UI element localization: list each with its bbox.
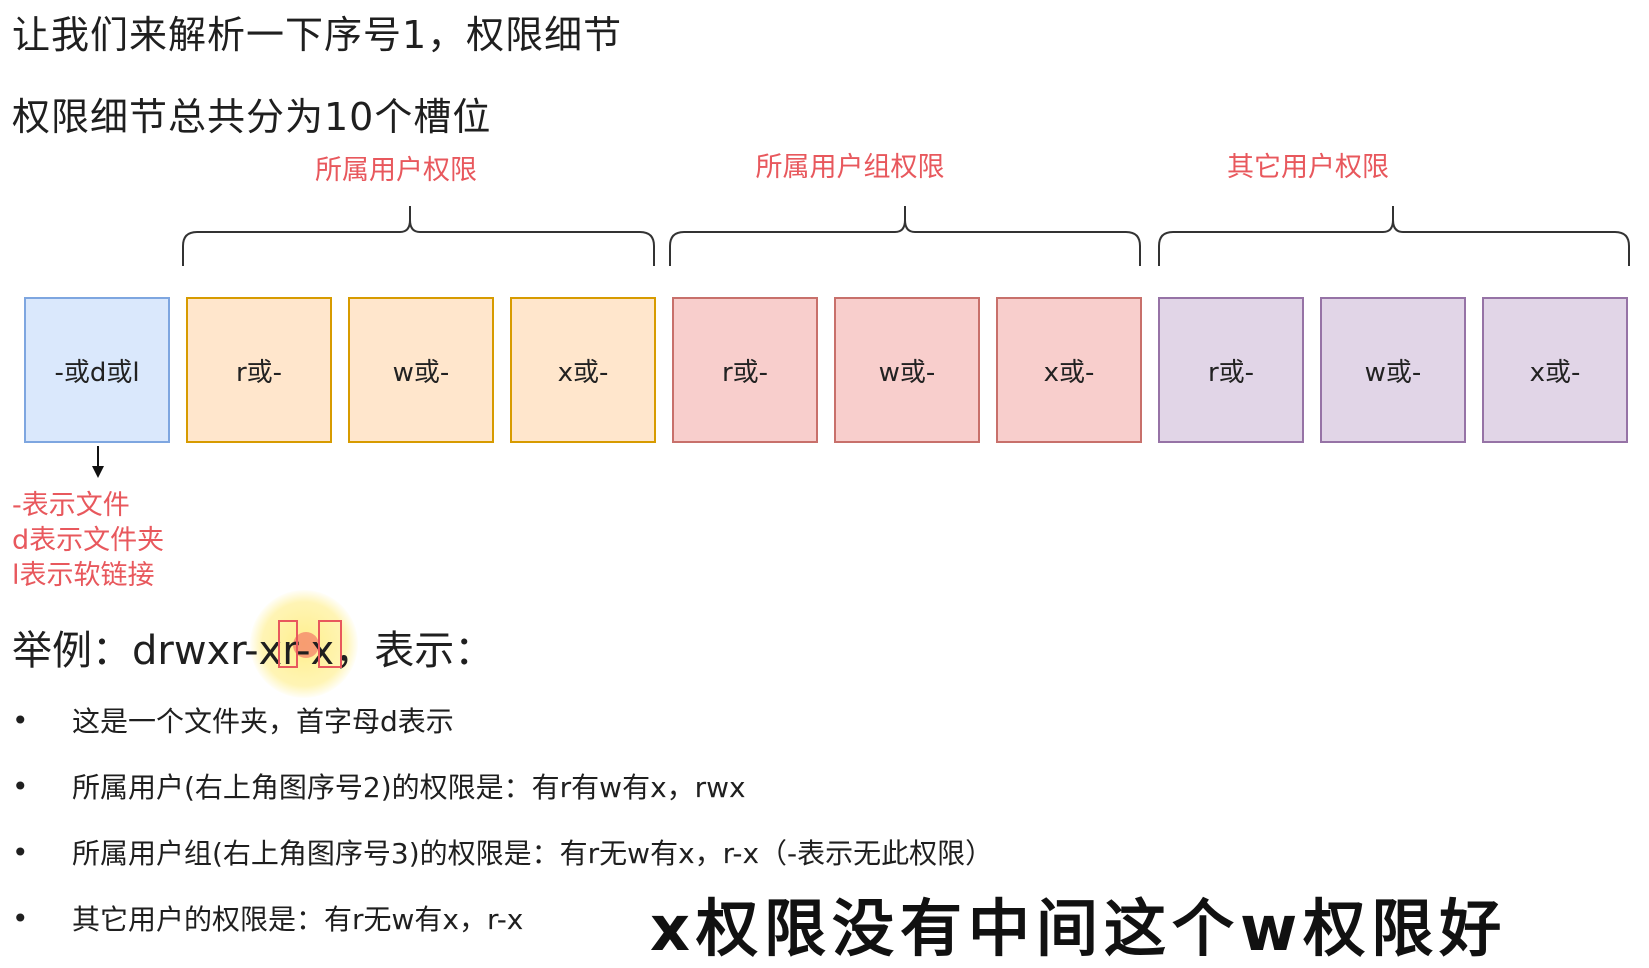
example-line: 举例：drwxr-xr-x，表示： xyxy=(12,590,495,698)
slot-1-type: -或d或l xyxy=(24,297,170,443)
brace-other xyxy=(1158,206,1630,266)
slot-6-group-write: w或- xyxy=(834,297,980,443)
brace-group xyxy=(669,206,1141,266)
example-prefix: 举例： xyxy=(12,628,132,674)
heading-slot-count: 权限细节总共分为10个槽位 xyxy=(12,95,492,139)
slot-9-other-write: w或- xyxy=(1320,297,1466,443)
slot-5-group-read: r或- xyxy=(672,297,818,443)
type-arrow-head xyxy=(92,466,104,478)
label-owner-permissions: 所属用户权限 xyxy=(315,155,477,186)
slot-2-owner-read: r或- xyxy=(186,297,332,443)
slot-3-owner-write: w或- xyxy=(348,297,494,443)
legend-file: -表示文件 xyxy=(12,490,130,521)
bullet-dot: • xyxy=(12,836,29,869)
type-legend: -表示文件 d表示文件夹 l表示软链接 xyxy=(12,488,164,593)
highlight-box-r xyxy=(278,620,298,668)
highlight-box-x xyxy=(318,620,342,668)
bullet-dot: • xyxy=(12,902,29,935)
slot-10-other-exec: x或- xyxy=(1482,297,1628,443)
example-permission-string: drwxr-xr-x xyxy=(132,628,335,674)
video-subtitle: x权限没有中间这个w权限好 xyxy=(650,892,1508,965)
bullet-dot: • xyxy=(12,770,29,803)
legend-symlink: l表示软链接 xyxy=(12,560,155,591)
brace-owner xyxy=(182,206,655,266)
slot-4-owner-exec: x或- xyxy=(510,297,656,443)
bullet-dot: • xyxy=(12,704,29,737)
heading-intro: 让我们来解析一下序号1，权限细节 xyxy=(12,13,623,57)
example-suffix: ，表示： xyxy=(334,628,495,674)
legend-directory: d表示文件夹 xyxy=(12,525,165,556)
braces-and-arrow xyxy=(92,206,1630,478)
label-group-permissions: 所属用户组权限 xyxy=(755,152,945,183)
slot-7-group-exec: x或- xyxy=(996,297,1142,443)
label-other-permissions: 其它用户权限 xyxy=(1227,152,1389,183)
slot-8-other-read: r或- xyxy=(1158,297,1304,443)
